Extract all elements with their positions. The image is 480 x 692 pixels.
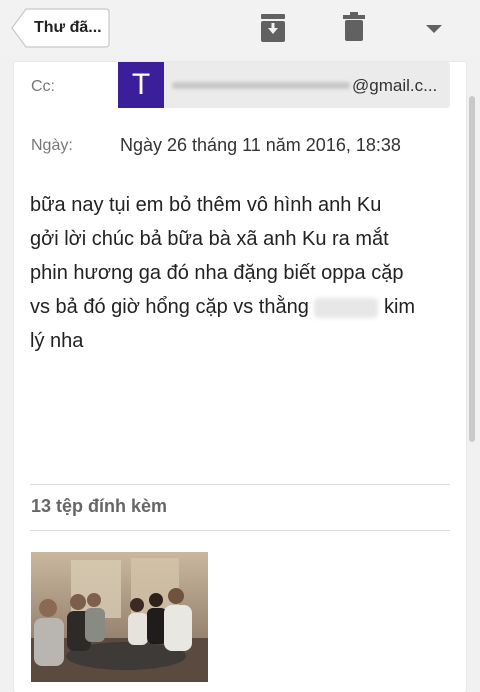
cc-email-domain: @gmail.c...	[352, 76, 438, 95]
body-line: bữa nay tụi em bỏ thêm vô hình anh Ku	[30, 194, 382, 216]
body-line-part: kim	[383, 296, 416, 318]
back-label: Thư đã...	[34, 19, 102, 36]
trash-icon	[343, 12, 365, 41]
archive-button[interactable]	[259, 12, 287, 49]
more-options-button[interactable]	[425, 22, 443, 40]
redacted-email-name	[172, 82, 350, 89]
date-label: Ngày:	[31, 137, 73, 154]
date-value: Ngày 26 tháng 11 năm 2016, 18:38	[120, 135, 401, 155]
body-line-with-redaction: vs bả đó giờ hổng cặp vs thằng kim	[30, 290, 455, 324]
redacted-name	[314, 297, 379, 318]
body-line: lý nha	[30, 330, 84, 352]
archive-down-icon	[261, 14, 285, 42]
body-line: gởi lời chúc bả bữa bà xã anh Ku ra mắt	[30, 228, 389, 250]
divider	[30, 530, 450, 531]
message-body: bữa nay tụi em bỏ thêm vô hình anh Ku gở…	[30, 188, 455, 358]
body-line: phin hương ga đó nha đặng biết oppa cặp	[30, 262, 404, 284]
attachment-photo-image	[31, 552, 208, 682]
cc-recipient-chip[interactable]: T @gmail.c...	[118, 62, 450, 108]
back-button[interactable]: Thư đã...	[10, 7, 110, 49]
avatar: T	[118, 62, 164, 108]
top-toolbar: Thư đã...	[0, 0, 480, 56]
cc-label: Cc:	[31, 78, 55, 95]
delete-button[interactable]	[342, 11, 366, 48]
divider	[30, 484, 450, 485]
body-line-part: vs bả đó giờ hổng cặp vs thằng	[30, 296, 309, 318]
attachments-title: 13 tệp đính kèm	[31, 496, 168, 516]
dropdown-triangle-icon	[426, 25, 442, 33]
attachment-thumbnail[interactable]	[31, 552, 208, 682]
scrollbar-thumb[interactable]	[469, 96, 475, 442]
